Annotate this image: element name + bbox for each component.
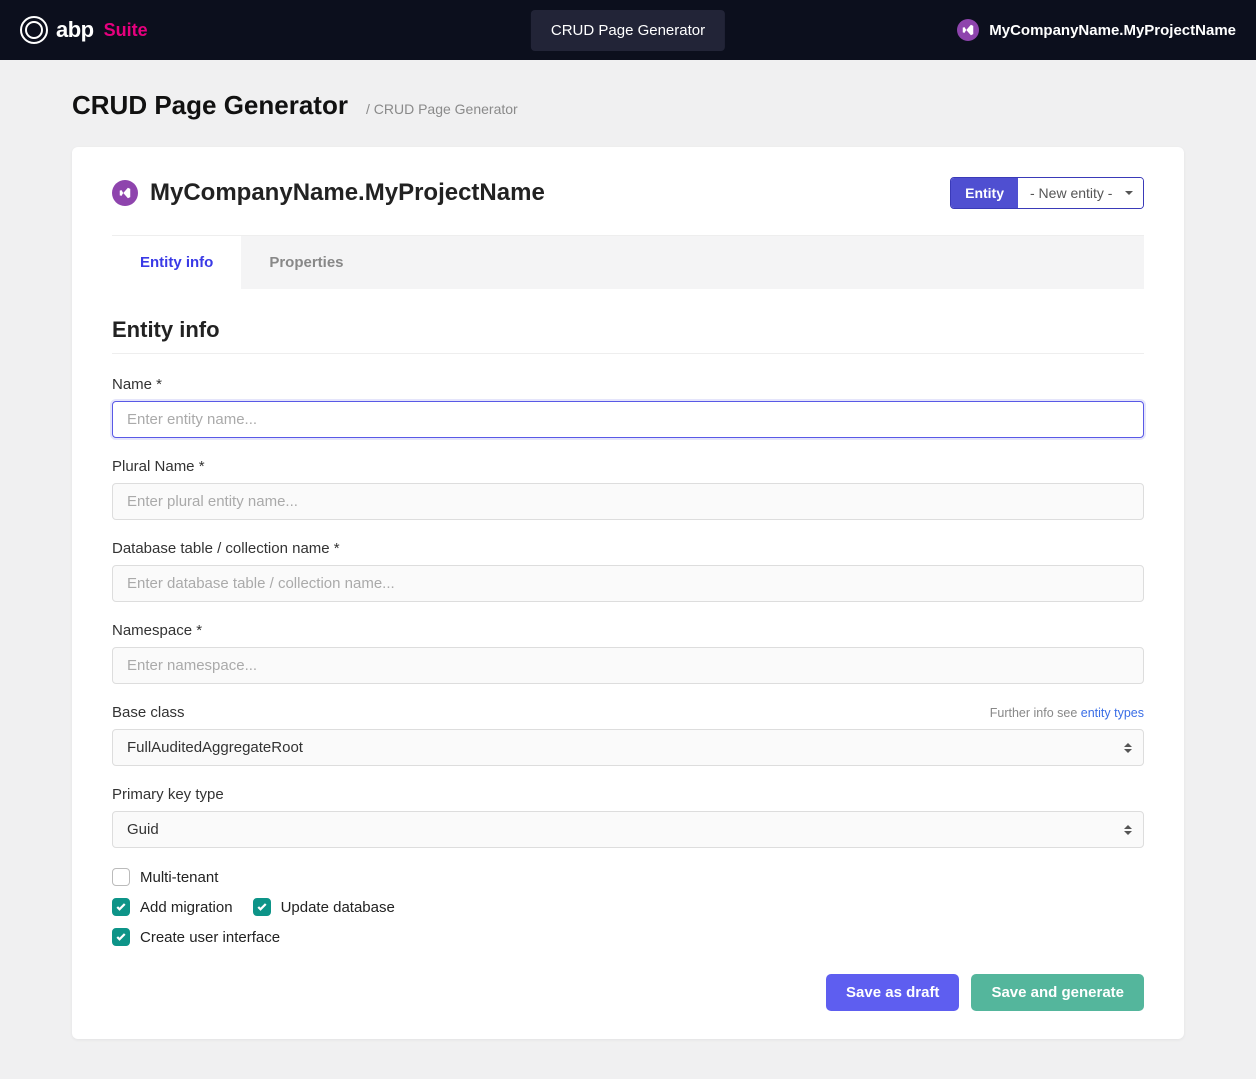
create-ui-checkbox[interactable] xyxy=(112,928,130,946)
add-migration-label: Add migration xyxy=(140,899,233,916)
logo[interactable]: abp Suite xyxy=(20,16,148,44)
nav-center: CRUD Page Generator xyxy=(531,10,725,51)
tab-entity-info[interactable]: Entity info xyxy=(112,236,241,289)
project-name-heading: MyCompanyName.MyProjectName xyxy=(150,179,545,207)
multi-tenant-label: Multi-tenant xyxy=(140,869,218,886)
multi-tenant-checkbox[interactable] xyxy=(112,868,130,886)
abp-logo-icon xyxy=(20,16,48,44)
page-header: CRUD Page Generator / CRUD Page Generato… xyxy=(72,90,1184,121)
visual-studio-icon xyxy=(112,180,138,206)
save-draft-button[interactable]: Save as draft xyxy=(826,974,959,1011)
base-class-label: Base class xyxy=(112,704,185,721)
entity-picker-label: Entity xyxy=(951,178,1018,208)
nav-project-selector[interactable]: MyCompanyName.MyProjectName xyxy=(957,19,1236,41)
nav-project-name: MyCompanyName.MyProjectName xyxy=(989,22,1236,39)
table-label: Database table / collection name * xyxy=(112,540,1144,557)
plural-input[interactable] xyxy=(112,483,1144,520)
tabs: Entity info Properties xyxy=(112,236,1144,289)
plural-label: Plural Name * xyxy=(112,458,1144,475)
entity-types-link[interactable]: entity types xyxy=(1081,706,1144,720)
entity-picker: Entity - New entity - xyxy=(950,177,1144,209)
page-title: CRUD Page Generator xyxy=(72,90,348,121)
base-class-hint: Further info see entity types xyxy=(990,706,1144,720)
namespace-input[interactable] xyxy=(112,647,1144,684)
main-card: MyCompanyName.MyProjectName Entity - New… xyxy=(72,147,1184,1039)
visual-studio-icon xyxy=(957,19,979,41)
pk-label: Primary key type xyxy=(112,786,1144,803)
breadcrumb: / CRUD Page Generator xyxy=(366,101,518,117)
nav-crud-button[interactable]: CRUD Page Generator xyxy=(531,10,725,51)
base-class-select[interactable]: FullAuditedAggregateRoot xyxy=(112,729,1144,766)
save-generate-button[interactable]: Save and generate xyxy=(971,974,1144,1011)
table-input[interactable] xyxy=(112,565,1144,602)
create-ui-label: Create user interface xyxy=(140,929,280,946)
add-migration-checkbox[interactable] xyxy=(112,898,130,916)
tab-properties[interactable]: Properties xyxy=(241,236,371,289)
update-database-checkbox[interactable] xyxy=(253,898,271,916)
name-label: Name * xyxy=(112,376,1144,393)
logo-text-suffix: Suite xyxy=(104,20,148,41)
namespace-label: Namespace * xyxy=(112,622,1144,639)
pk-select[interactable]: Guid xyxy=(112,811,1144,848)
name-input[interactable] xyxy=(112,401,1144,438)
logo-text-main: abp xyxy=(56,17,94,43)
section-title: Entity info xyxy=(112,317,1144,354)
top-navbar: abp Suite CRUD Page Generator MyCompanyNa… xyxy=(0,0,1256,60)
entity-select[interactable]: - New entity - xyxy=(1018,178,1143,208)
update-database-label: Update database xyxy=(281,899,395,916)
